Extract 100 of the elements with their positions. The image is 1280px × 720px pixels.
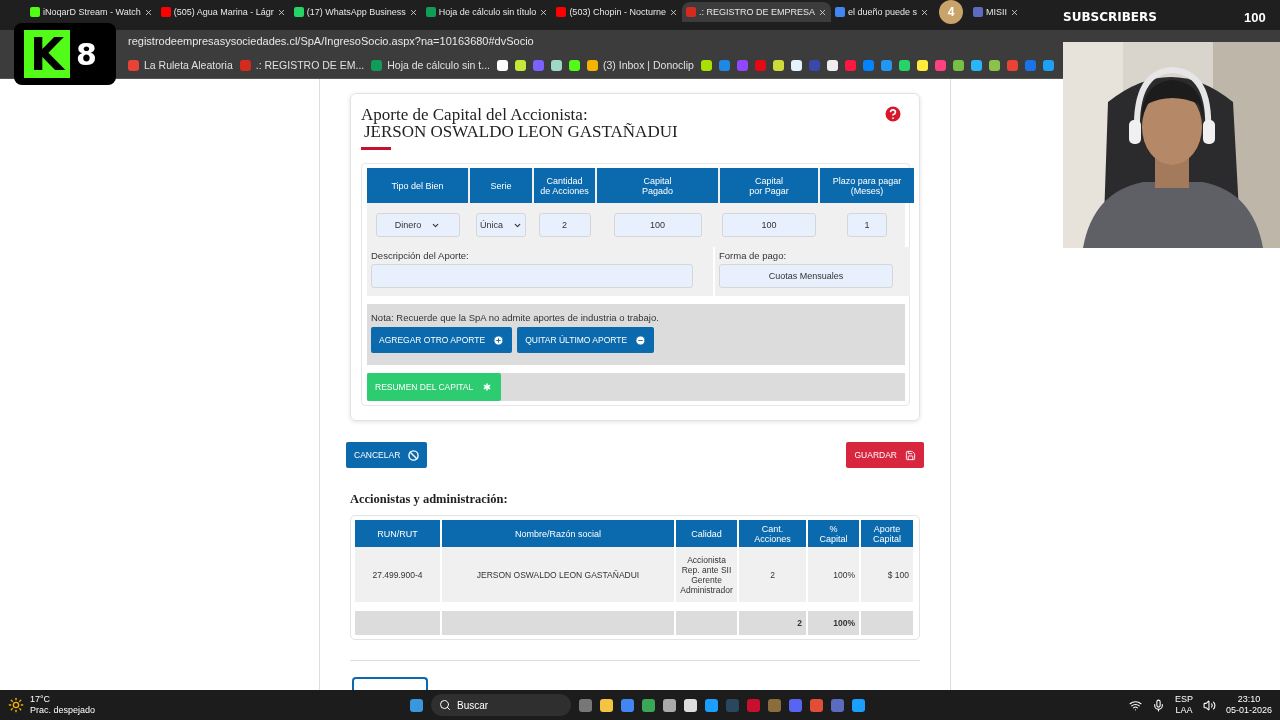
bookmark-icon[interactable] — [790, 59, 802, 71]
column-header: Nombre/Razón social — [442, 520, 674, 547]
payment-field[interactable]: Cuotas Mensuales — [719, 264, 893, 288]
bookmark-icon[interactable] — [826, 59, 838, 71]
taskbar-app-icon[interactable] — [705, 698, 718, 712]
bookmark-link[interactable]: Hoja de cálculo sin t... — [371, 59, 490, 71]
bookmark-link[interactable]: La Ruleta Aleatoria — [128, 59, 233, 71]
cancel-icon — [408, 449, 420, 461]
clock-time[interactable]: 23:10 — [1237, 694, 1261, 705]
save-icon — [905, 449, 916, 461]
column-header: Calidad — [676, 520, 737, 547]
bookmark-link[interactable]: (3) Inbox | Donoclip — [586, 59, 694, 71]
browser-tab[interactable]: (503) Chopin - Nocturne — [552, 2, 682, 22]
table-cell: 100% — [808, 547, 859, 602]
term-field[interactable]: 1 — [847, 213, 887, 237]
taskbar-app-icon[interactable] — [852, 698, 865, 712]
bookmark-icon[interactable] — [898, 59, 910, 71]
browser-tab[interactable]: iNoqarD Stream - Watch — [26, 2, 157, 22]
browser-tab[interactable]: (505) Agua Marina - Lágr — [156, 2, 290, 22]
type-select[interactable]: Dinero — [375, 213, 460, 237]
search-icon — [439, 699, 451, 711]
section-heading: Accionistas y administración: — [350, 492, 508, 507]
field-label: Descripción del Aporte: — [371, 250, 469, 261]
browser-tab[interactable]: MISII — [969, 2, 1024, 22]
weather-text: Prac. despejado — [30, 705, 96, 716]
bookmark-icon[interactable] — [700, 59, 712, 71]
paid-capital-field[interactable]: 100 — [613, 213, 702, 237]
series-select[interactable]: Única — [476, 213, 526, 237]
total-cell: 2 — [739, 611, 806, 635]
bookmark-icon[interactable] — [496, 59, 508, 71]
shares-field[interactable]: 2 — [538, 213, 591, 237]
table-cell: JERSON OSWALDO LEON GASTAÑADUI — [442, 547, 674, 602]
start-icon[interactable] — [410, 698, 423, 712]
taskbar-app-icon[interactable] — [684, 698, 697, 712]
taskbar-app-icon[interactable] — [642, 698, 655, 712]
title-underline — [361, 147, 391, 150]
channel-logo: K 8 — [14, 23, 116, 85]
close-icon[interactable] — [920, 7, 930, 17]
table-cell: $ 100 — [861, 547, 913, 602]
bookmark-icon[interactable] — [952, 59, 964, 71]
clock-date[interactable]: 05-01-2026 — [1225, 705, 1272, 716]
bookmark-icon[interactable] — [568, 59, 580, 71]
column-header: Capital por Pagar — [720, 168, 818, 203]
column-header: Cant. Acciones — [739, 520, 806, 547]
column-header: % Capital — [808, 520, 859, 547]
total-cell: 100% — [808, 611, 859, 635]
browser-tab[interactable]: .: REGISTRO DE EMPRESA — [681, 2, 831, 22]
taskbar-app-icon[interactable] — [663, 698, 676, 712]
empty-cell — [676, 611, 737, 635]
close-icon[interactable] — [1010, 7, 1020, 17]
close-icon[interactable] — [539, 7, 549, 17]
table-cell: Accionista Rep. ante SII Gerente Administrador — [676, 547, 737, 602]
browser-tab[interactable]: (17) WhatsApp Business — [289, 2, 422, 22]
description-field[interactable] — [371, 264, 693, 288]
note-text: Nota: Recuerde que la SpA no admite aportes de industria o trabajo. — [371, 312, 659, 323]
remove-contribution-button[interactable]: QUITAR ÚLTIMO APORTE — [517, 327, 655, 353]
close-icon[interactable] — [408, 7, 418, 17]
bookmark-icon[interactable] — [916, 59, 928, 71]
bookmark-icon[interactable] — [772, 59, 784, 71]
empty-cell — [861, 611, 913, 635]
table-cell: 2 — [739, 547, 806, 602]
cancel-button[interactable]: CANCELAR — [346, 442, 428, 468]
add-contribution-button[interactable]: AGREGAR OTRO APORTE — [371, 327, 513, 353]
column-header: Tipo del Bien — [367, 168, 468, 203]
minus-icon — [635, 334, 647, 346]
temperature-text: 17°C — [30, 694, 51, 705]
column-header: Serie — [470, 168, 532, 203]
table-cell: 27.499.900-4 — [355, 547, 440, 602]
bookmark-icon[interactable] — [988, 59, 1000, 71]
help-icon[interactable] — [883, 104, 903, 124]
unpaid-capital-field[interactable]: 100 — [722, 213, 816, 237]
browser-tab[interactable]: Hoja de cálculo sin título — [421, 2, 553, 22]
column-header: Aporte Capital — [861, 520, 913, 547]
weather-icon — [8, 697, 24, 713]
close-icon[interactable] — [143, 7, 153, 17]
subscriber-count-badge: 4 — [939, 0, 964, 24]
column-header: Capital Pagado — [597, 168, 718, 203]
shareholder-name: JERSON OSWALDO LEON GASTAÑADUI — [364, 123, 678, 140]
close-icon[interactable] — [817, 7, 827, 17]
language-text[interactable]: ESP — [1174, 694, 1193, 705]
bookmark-icon[interactable] — [514, 59, 526, 71]
volume-icon[interactable] — [1202, 698, 1216, 712]
card-title: Aporte de Capital del Accionista: — [361, 106, 588, 123]
field-label: Forma de pago: — [719, 250, 787, 261]
subscribers-label: SUBSCRIBERS — [1063, 10, 1157, 24]
bookmark-link[interactable]: .: REGISTRO DE EM... — [239, 59, 365, 71]
bookmark-icon[interactable] — [550, 59, 562, 71]
close-icon[interactable] — [668, 7, 678, 17]
address-field[interactable]: registrodeempresasysociedades.cl/SpA/IngresoSocio.aspx?na=10163680#dvSocio — [128, 35, 534, 47]
close-icon[interactable] — [276, 7, 286, 17]
column-header: RUN/RUT — [355, 520, 440, 547]
taskbar-app-icon[interactable] — [600, 698, 613, 712]
save-button[interactable]: GUARDAR — [846, 442, 924, 468]
column-header: Plazo para pagar (Meses) — [820, 168, 914, 203]
microphone-icon[interactable] — [1151, 698, 1165, 712]
bookmark-icon[interactable] — [970, 59, 982, 71]
layout-text[interactable]: LAA — [1175, 705, 1193, 716]
taskbar-search[interactable]: Buscar — [431, 694, 571, 716]
browser-tab[interactable]: el dueño puede s — [830, 2, 934, 22]
wifi-icon[interactable] — [1128, 698, 1142, 712]
